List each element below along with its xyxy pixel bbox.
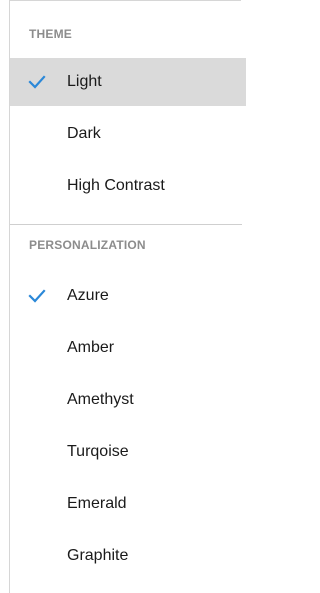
checkmark-icon [28, 289, 46, 303]
section-divider [10, 224, 242, 225]
personalization-item-azure[interactable]: Azure [10, 272, 246, 320]
theme-section-header: THEME [29, 27, 72, 41]
personalization-item-label: Turqoise [67, 443, 129, 460]
personalization-item-amber[interactable]: Amber [10, 324, 246, 372]
theme-item-label: High Contrast [67, 177, 165, 194]
menu-top-border [9, 0, 241, 1]
personalization-item-label: Azure [67, 287, 109, 304]
personalization-section-header: PERSONALIZATION [29, 238, 146, 252]
theme-item-light[interactable]: Light [10, 58, 246, 106]
checkmark-icon [28, 75, 46, 89]
theme-item-high-contrast[interactable]: High Contrast [10, 162, 246, 210]
personalization-item-label: Amber [67, 339, 115, 356]
theme-item-dark[interactable]: Dark [10, 110, 246, 158]
personalization-item-label: Emerald [67, 495, 127, 512]
theme-item-label: Dark [67, 125, 101, 142]
personalization-item-amethyst[interactable]: Amethyst [10, 376, 246, 424]
theme-item-label: Light [67, 73, 102, 90]
personalization-item-emerald[interactable]: Emerald [10, 480, 246, 528]
personalization-item-label: Graphite [67, 547, 129, 564]
personalization-item-turqoise[interactable]: Turqoise [10, 428, 246, 476]
theme-menu: THEME Light Dark High Contrast PERSONALI… [0, 0, 246, 593]
personalization-item-label: Amethyst [67, 391, 134, 408]
personalization-item-graphite[interactable]: Graphite [10, 532, 246, 580]
